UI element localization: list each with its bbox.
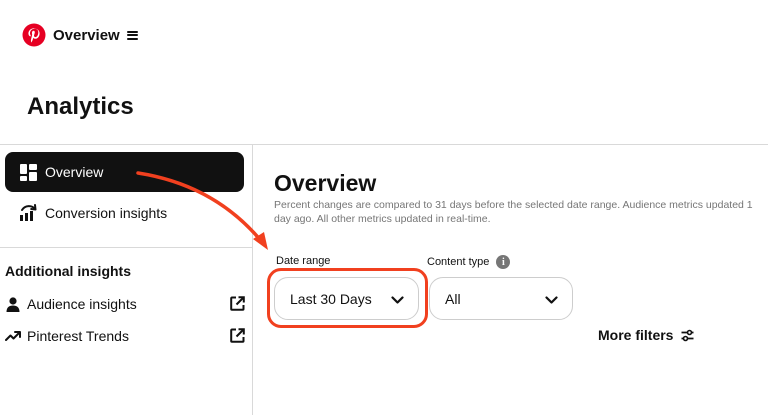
sidebar-section-divider	[0, 247, 252, 248]
external-link-icon	[230, 328, 245, 343]
more-filters-label: More filters	[598, 327, 674, 343]
analytics-page: Overview Analytics Overview Conversion i…	[0, 0, 768, 415]
content-type-label: Content type i	[427, 255, 511, 269]
date-range-highlight	[267, 268, 428, 328]
sidebar-item-label: Conversion insights	[45, 205, 168, 221]
more-filters-button[interactable]: More filters	[598, 327, 694, 343]
person-icon	[5, 296, 21, 312]
sidebar-link-audience-insights[interactable]: Audience insights	[5, 293, 245, 315]
trend-arrow-icon	[5, 328, 21, 344]
pinterest-logo-icon[interactable]	[22, 23, 46, 47]
dashboard-grid-icon	[19, 163, 37, 181]
header-divider	[0, 144, 768, 145]
content-type-select[interactable]: All	[429, 277, 573, 320]
sidebar-item-conversion-insights[interactable]: Conversion insights	[5, 193, 244, 233]
overview-menu-label: Overview	[53, 26, 120, 44]
sidebar-link-label: Pinterest Trends	[27, 328, 129, 344]
additional-insights-heading: Additional insights	[5, 263, 131, 279]
external-link-icon	[230, 296, 245, 311]
hamburger-icon	[126, 30, 138, 40]
conversion-chart-icon	[19, 204, 37, 222]
metrics-description: Percent changes are compared to 31 days …	[274, 199, 753, 225]
overview-menu-button[interactable]: Overview	[53, 27, 138, 44]
sidebar-item-label: Overview	[45, 164, 104, 180]
sidebar-link-label: Audience insights	[27, 296, 137, 312]
sidebar-item-overview[interactable]: Overview	[5, 152, 244, 192]
sidebar-divider	[252, 144, 253, 415]
date-range-label-text: Date range	[276, 255, 331, 267]
sliders-icon	[681, 329, 694, 342]
top-bar: Overview	[22, 22, 138, 48]
content-type-value: All	[445, 290, 461, 307]
content-type-label-text: Content type	[427, 256, 490, 268]
date-range-label: Date range	[276, 255, 330, 267]
main-title: Overview	[274, 170, 377, 196]
sidebar-link-pinterest-trends[interactable]: Pinterest Trends	[5, 325, 245, 347]
page-title: Analytics	[27, 93, 134, 120]
chevron-down-icon	[545, 293, 558, 305]
info-icon[interactable]: i	[496, 255, 511, 269]
